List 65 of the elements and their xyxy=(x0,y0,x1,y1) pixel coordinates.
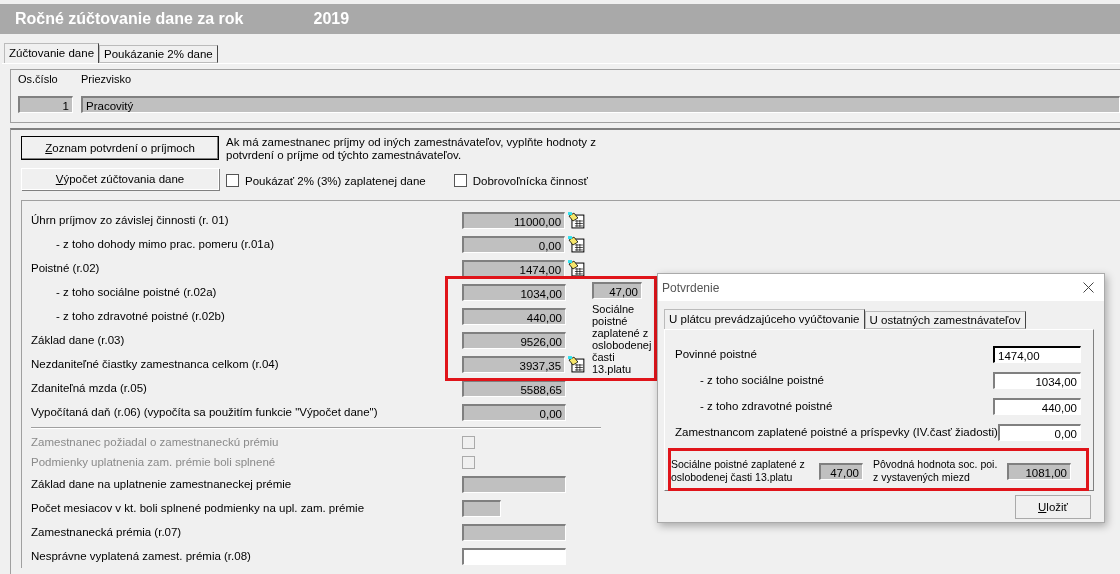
checkbox[interactable] xyxy=(226,174,239,187)
tab[interactable]: U ostatných zamestnávateľov xyxy=(864,311,1026,329)
value-field[interactable]: 47,00 xyxy=(592,282,642,299)
field-label: Povinné poistné xyxy=(675,348,757,360)
tab[interactable]: U plátcu prevádzajúceho vyúčtovanie xyxy=(664,309,865,329)
list-button[interactable]: Zoznam potvrdení o príjmoch xyxy=(21,136,219,160)
save-button[interactable]: Uložiť xyxy=(1015,495,1091,519)
value-field[interactable]: 1034,00 xyxy=(993,371,1081,389)
calculate-button[interactable]: Výpočet zúčtovania dane xyxy=(21,168,219,190)
dialog-title: Potvrdenie xyxy=(662,280,720,295)
value-field[interactable] xyxy=(462,547,566,565)
summary-label: Sociálne poistné zaplatené z oslobodenej časti 13.platu xyxy=(671,458,806,484)
tab[interactable]: Poukázanie 2% dane xyxy=(99,45,218,63)
field-label: Nezdaniteľné čiastky zamestnanca celkom (r.04) xyxy=(31,358,279,370)
field-label: - z toho zdravotné poistné xyxy=(699,400,833,412)
value-field[interactable]: 1081,00 xyxy=(1007,462,1071,480)
field-label: Zdaniteľná mzda (r.05) xyxy=(31,382,147,394)
field-label: Počet mesiacov v kt. boli splnené podmienky na upl. zam. prémie xyxy=(31,502,365,514)
value-field[interactable]: 1474,00 xyxy=(993,345,1081,363)
field-label: Základ dane na uplatnenie zamestnaneckej prémie xyxy=(31,478,292,490)
option-label: Zamestnanec požiadal o zamestnaneckú prémiu xyxy=(31,436,279,448)
tab[interactable]: Zúčtovanie dane xyxy=(4,43,100,63)
summary-label: Pôvodná hodnota soc. poi. z vystavených miezd xyxy=(873,458,999,484)
field-label: Zamestnancom zaplatené poistné a príspevky (IV.časť žiadosti) xyxy=(675,426,998,438)
value-field[interactable]: 3937,35 xyxy=(462,355,566,373)
field-label: Os.číslo xyxy=(18,73,59,87)
field-label: - z toho sociálne poistné xyxy=(699,374,825,386)
value-field[interactable]: 440,00 xyxy=(993,397,1081,415)
page-title: Ročné zúčtovanie dane za rok xyxy=(15,10,244,28)
field-label: - z toho sociálne poistné (r.02a) xyxy=(55,286,217,298)
notepad-icon[interactable] xyxy=(568,235,585,253)
notepad-icon[interactable] xyxy=(568,211,585,229)
value-field[interactable]: 11000,00 xyxy=(462,211,566,229)
field-label: - z toho zdravotné poistné (r.02b) xyxy=(55,310,225,322)
note-text: Sociálne poistné zaplatené z oslobodenej časti 13.platu xyxy=(592,303,653,375)
field-label: Priezvisko xyxy=(81,73,133,87)
option-label: Podmienky uplatnenia zam. prémie boli splnené xyxy=(31,456,276,468)
value-field[interactable]: 9526,00 xyxy=(462,331,566,349)
notepad-icon[interactable] xyxy=(568,355,585,373)
option-label: Dobrovoľnícka činnosť xyxy=(472,174,588,187)
value-field[interactable]: 47,00 xyxy=(819,462,863,480)
value-field[interactable]: 0,00 xyxy=(997,423,1081,441)
value-field[interactable]: 1034,00 xyxy=(462,283,566,301)
option-label: Poukázať 2% (3%) zaplatenej dane xyxy=(245,174,426,187)
value-field[interactable] xyxy=(462,523,566,541)
value-field[interactable]: 1474,00 xyxy=(462,259,566,277)
year-label: 2019 xyxy=(313,10,350,28)
field-label: Zamestnanecká prémia (r.07) xyxy=(31,526,182,538)
value-field[interactable]: 0,00 xyxy=(462,403,566,421)
field-label: Základ dane (r.03) xyxy=(31,334,125,346)
close-icon[interactable] xyxy=(1083,282,1094,293)
field-label: Vypočítaná daň (r.06) (vypočíta sa použitím funkcie "Výpočet dane") xyxy=(31,406,378,418)
field-label: - z toho dohody mimo prac. pomeru (r.01a) xyxy=(55,238,274,250)
value-field[interactable]: 0,00 xyxy=(462,235,566,253)
field-label: Nesprávne vyplatená zamest. prémia (r.08) xyxy=(31,550,251,562)
field-label: Úhrn príjmov zo závislej činnosti (r. 01) xyxy=(31,214,229,226)
hint-text: Ak má zamestnanec príjmy od iných zamestnávateľov, vyplňte hodnoty z potvrdení o príjme od týchto zamestnávateľov. xyxy=(226,136,598,162)
number-field[interactable]: 1 xyxy=(18,96,73,113)
field-label: Poistné (r.02) xyxy=(31,262,100,274)
value-field[interactable]: 440,00 xyxy=(462,307,566,325)
value-field[interactable] xyxy=(462,499,501,517)
value-field[interactable] xyxy=(462,475,566,493)
checkbox[interactable] xyxy=(453,174,467,187)
notepad-icon[interactable] xyxy=(568,259,585,277)
surname-field[interactable]: Pracovitý xyxy=(81,96,1120,113)
